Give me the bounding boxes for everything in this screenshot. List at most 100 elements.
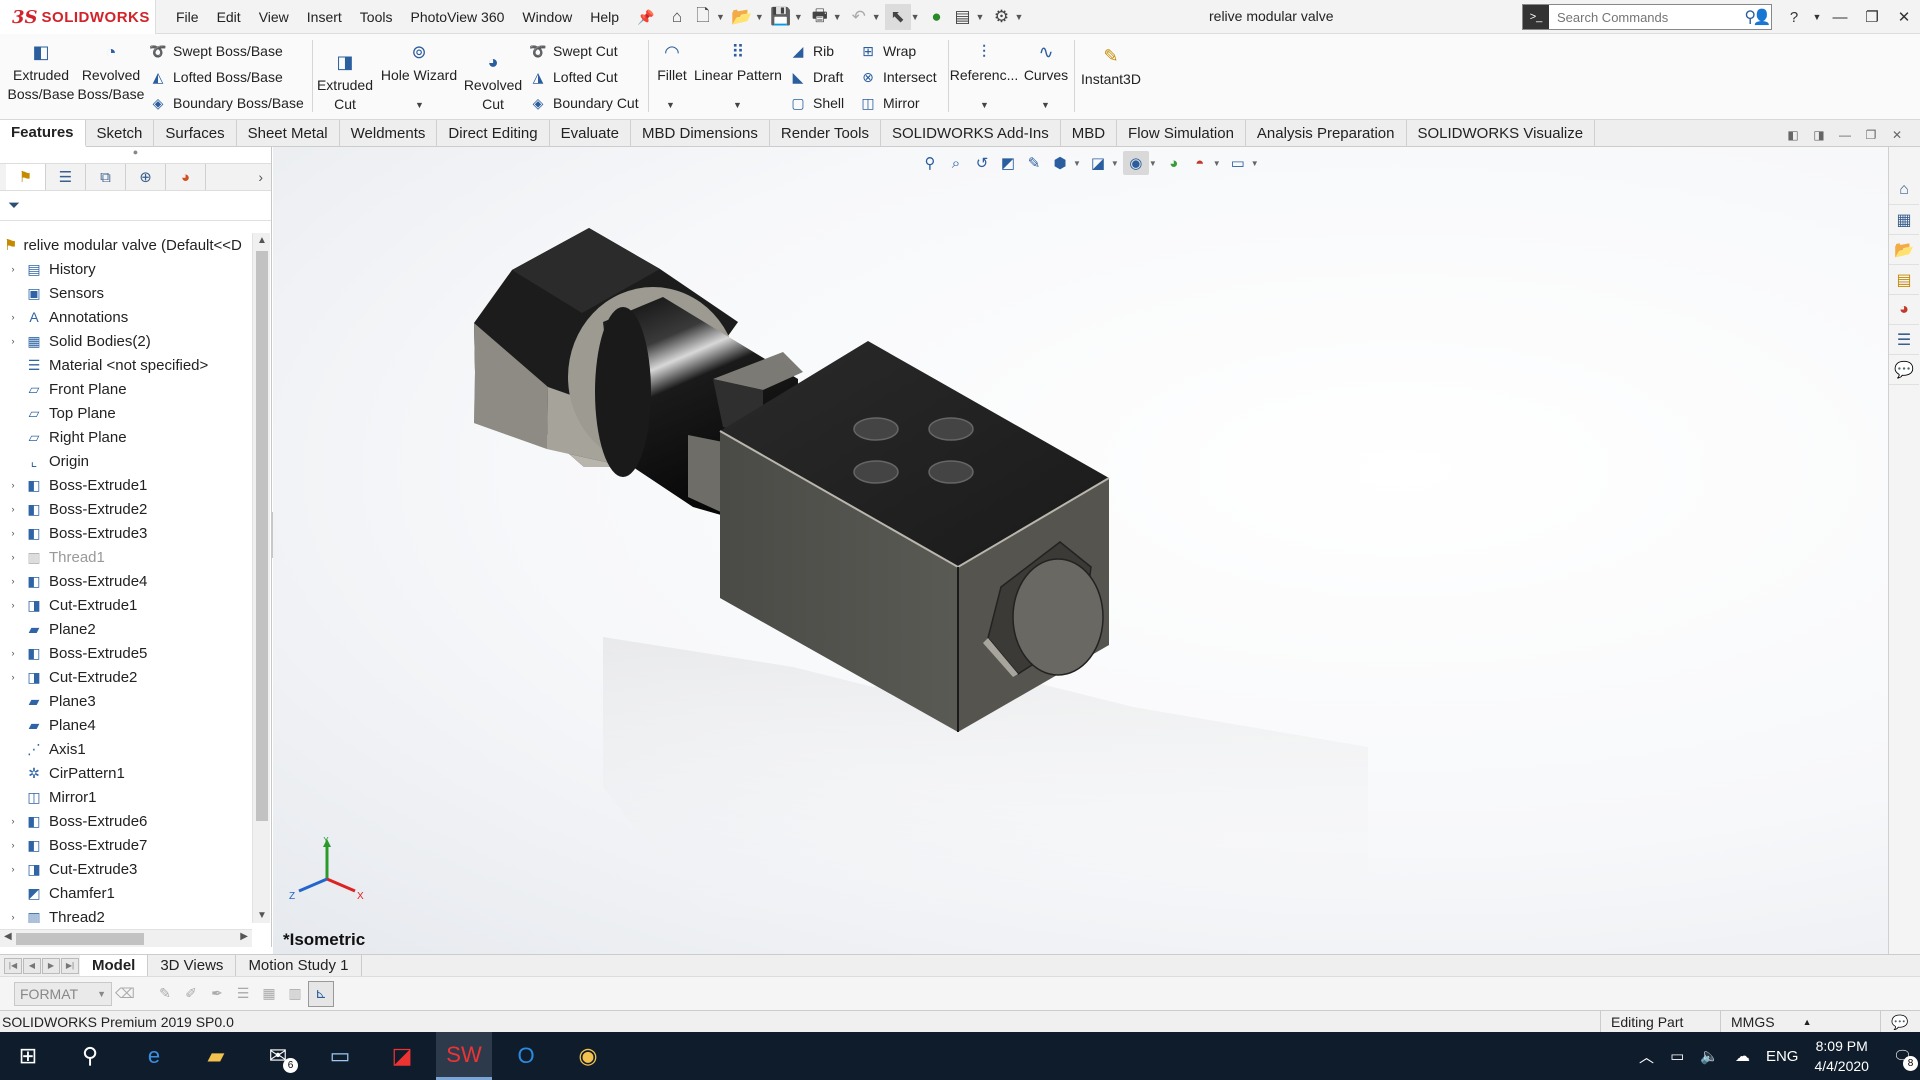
minimize-icon[interactable]: — <box>1824 9 1856 26</box>
expand-arrow-icon[interactable]: › <box>6 648 20 658</box>
layout-icon[interactable]: ▥ <box>282 981 308 1007</box>
expand-arrow-icon[interactable]: › <box>6 264 20 274</box>
rib-button[interactable]: ◢ Rib <box>788 40 834 62</box>
expand-arrow-icon[interactable]: › <box>6 312 20 322</box>
menu-edit[interactable]: Edit <box>217 9 241 25</box>
expand-arrow-icon[interactable]: › <box>6 480 20 490</box>
doc-minimize-icon[interactable]: — <box>1832 128 1858 142</box>
restore-icon[interactable]: ❐ <box>1856 8 1888 26</box>
property-manager-tab-icon[interactable]: ☰ <box>46 164 86 190</box>
boundary-cut-button[interactable]: ◈ Boundary Cut <box>528 92 639 114</box>
expand-arrow-icon[interactable]: › <box>6 576 20 586</box>
graphics-area[interactable]: ⚲ ⌕ ↺ ◩ ✎ ⬢ ▼ ◪ ▼ ◉ ▼ ◕ ◓ ▼ ▭ ▼ Y X Z *I… <box>273 147 1888 954</box>
select-pointer-icon[interactable]: ⬉ <box>884 4 911 30</box>
instant3d-button[interactable]: ✎ Instant3D <box>1076 44 1146 89</box>
expand-arrow-icon[interactable]: › <box>6 552 20 562</box>
menu-tools[interactable]: Tools <box>360 9 393 25</box>
tab-mbd[interactable]: MBD <box>1061 119 1118 147</box>
tree-item[interactable]: › ▥ Thread2 <box>0 905 252 924</box>
properties-dropdown-arrow[interactable]: ▼ <box>976 12 985 22</box>
options-dropdown-arrow[interactable]: ▼ <box>1014 12 1023 22</box>
tree-item[interactable]: › ◧ Boss-Extrude6 <box>0 809 252 833</box>
tree-item[interactable]: ▱ Top Plane <box>0 401 252 425</box>
tree-item[interactable]: › ◨ Cut-Extrude2 <box>0 665 252 689</box>
hscroll-thumb[interactable] <box>16 933 144 945</box>
tab-motion-study[interactable]: Motion Study 1 <box>236 954 362 977</box>
tree-item[interactable]: ▰ Plane2 <box>0 617 252 641</box>
tray-expand-icon[interactable]: ︿ <box>1639 1046 1654 1067</box>
search-commands[interactable]: >_ ⚲ ▼ <box>1522 4 1772 30</box>
feature-manager-tab-icon[interactable]: ⚑ <box>6 164 46 190</box>
volume-icon[interactable]: 🔈 <box>1700 1047 1719 1065</box>
eraser-icon[interactable]: ⌫ <box>112 981 138 1007</box>
acrobat-icon[interactable]: ◪ <box>374 1032 430 1080</box>
lofted-boss-button[interactable]: ◭ Lofted Boss/Base <box>148 66 283 88</box>
reference-geometry-button[interactable]: ⫶ Referenc... <box>950 40 1018 85</box>
reference-dropdown-arrow[interactable]: ▼ <box>980 100 989 110</box>
configuration-manager-tab-icon[interactable]: ⧉ <box>86 164 126 190</box>
scroll-thumb[interactable] <box>256 251 268 821</box>
save-dropdown-arrow[interactable]: ▼ <box>794 12 803 22</box>
scroll-left-arrow[interactable]: ◀ <box>4 931 12 942</box>
tree-item[interactable]: › ◨ Cut-Extrude1 <box>0 593 252 617</box>
first-tab-arrow[interactable]: |◀ <box>4 957 22 974</box>
linear-pattern-button[interactable]: ⠿ Linear Pattern <box>694 40 782 85</box>
onedrive-cloud-icon[interactable]: ☁ <box>1735 1047 1750 1065</box>
tree-item[interactable]: › ◧ Boss-Extrude1 <box>0 473 252 497</box>
menu-window[interactable]: Window <box>522 9 572 25</box>
tree-item[interactable]: ⋰ Axis1 <box>0 737 252 761</box>
tab-render-tools[interactable]: Render Tools <box>770 119 881 147</box>
tab-analysis-preparation[interactable]: Analysis Preparation <box>1246 119 1407 147</box>
command-prompt-icon[interactable]: >_ <box>1523 5 1549 29</box>
tree-item[interactable]: › ◧ Boss-Extrude5 <box>0 641 252 665</box>
menu-help[interactable]: Help <box>590 9 619 25</box>
menu-photoview[interactable]: PhotoView 360 <box>410 9 504 25</box>
tab-solidworks-add-ins[interactable]: SOLIDWORKS Add-Ins <box>881 119 1061 147</box>
tab-solidworks-visualize[interactable]: SOLIDWORKS Visualize <box>1407 119 1596 147</box>
dimxpert-manager-tab-icon[interactable]: ⊕ <box>126 164 166 190</box>
tree-item[interactable]: › ◧ Boss-Extrude4 <box>0 569 252 593</box>
tree-root-part[interactable]: ⚑ relive modular valve (Default<<D <box>0 233 252 257</box>
open-folder-icon[interactable]: 📂 <box>729 4 755 30</box>
grid-icon[interactable]: ▦ <box>256 981 282 1007</box>
menu-insert[interactable]: Insert <box>307 9 342 25</box>
open-dropdown-arrow[interactable]: ▼ <box>755 12 764 22</box>
tree-vertical-scrollbar[interactable]: ▲ ▼ <box>252 233 270 923</box>
prev-tab-arrow[interactable]: ◀ <box>23 957 41 974</box>
tree-item[interactable]: › ◨ Cut-Extrude3 <box>0 857 252 881</box>
pen-icon[interactable]: ✒ <box>204 981 230 1007</box>
home-icon[interactable]: ⌂ <box>664 4 690 30</box>
units-status[interactable]: MMGS ▲ <box>1720 1011 1830 1033</box>
doc-restore-icon[interactable]: ❐ <box>1858 128 1884 142</box>
extruded-cut-button[interactable]: ◨ Extruded Cut <box>314 50 376 114</box>
draft-button[interactable]: ◣ Draft <box>788 66 844 88</box>
print-icon[interactable]: 🖶 <box>807 4 833 30</box>
more-tabs-chevron-icon[interactable]: › <box>258 169 263 185</box>
search-commands-input[interactable] <box>1549 9 1745 25</box>
tree-item[interactable]: ◩ Chamfer1 <box>0 881 252 905</box>
tree-item[interactable]: › ◧ Boss-Extrude2 <box>0 497 252 521</box>
tree-item[interactable]: › ▦ Solid Bodies(2) <box>0 329 252 353</box>
expand-arrow-icon[interactable]: › <box>6 912 20 922</box>
tree-item[interactable]: › ▤ History <box>0 257 252 281</box>
filter-funnel-icon[interactable]: ⏷ <box>8 197 20 214</box>
tab-sheet-metal[interactable]: Sheet Metal <box>237 119 340 147</box>
notification-status-icon[interactable]: 💬 <box>1880 1011 1920 1033</box>
outlook-icon[interactable]: O <box>498 1032 554 1080</box>
action-center-icon[interactable]: 🗨 8 <box>1893 1047 1918 1071</box>
tile-left-icon[interactable]: ◧ <box>1780 128 1806 142</box>
expand-arrow-icon[interactable]: › <box>6 672 20 682</box>
user-icon[interactable]: 👤 <box>1746 8 1778 26</box>
swept-cut-button[interactable]: ➰ Swept Cut <box>528 40 617 62</box>
hole-wizard-dropdown-arrow[interactable]: ▼ <box>415 100 424 110</box>
expand-arrow-icon[interactable]: › <box>6 816 20 826</box>
save-icon[interactable]: 💾 <box>768 4 794 30</box>
intersect-button[interactable]: ⊗ Intersect <box>858 66 937 88</box>
undo-dropdown-arrow[interactable]: ▼ <box>872 12 881 22</box>
close-icon[interactable]: ✕ <box>1888 8 1920 26</box>
edge-browser-icon[interactable]: e <box>126 1032 182 1080</box>
windows-start-icon[interactable]: ⊞ <box>0 1032 56 1080</box>
print-dropdown-arrow[interactable]: ▼ <box>833 12 842 22</box>
swept-boss-button[interactable]: ➰ Swept Boss/Base <box>148 40 282 62</box>
menu-view[interactable]: View <box>259 9 289 25</box>
